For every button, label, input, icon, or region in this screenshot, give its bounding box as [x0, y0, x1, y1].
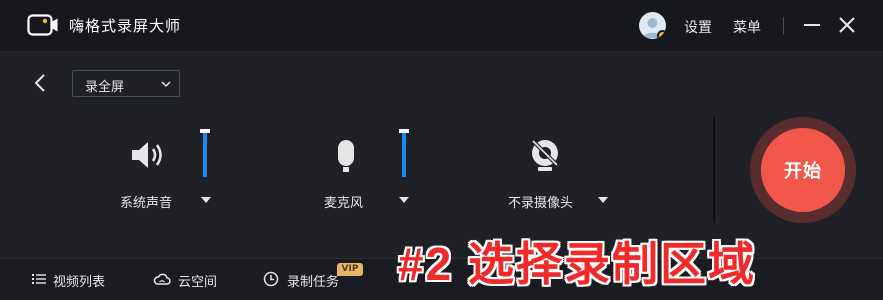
cloud-space-label: 云空间 [178, 275, 218, 290]
vertical-divider [713, 117, 715, 223]
start-button[interactable]: 开始 [761, 128, 845, 212]
app-title: 嗨格式录屏大师 [69, 17, 182, 35]
microphone-label: 麦克风 [324, 196, 364, 211]
app-logo-icon [27, 14, 58, 36]
recording-mode-value: 录全屏 [85, 80, 125, 95]
camera-label: 不录摄像头 [508, 196, 574, 211]
list-icon [32, 274, 46, 284]
microphone-control: 麦克风 [310, 125, 450, 220]
system-sound-level-knob[interactable] [200, 129, 210, 133]
microphone-level-fill [402, 129, 406, 177]
microphone-icon[interactable] [326, 135, 366, 175]
menu-link[interactable]: 菜单 [733, 17, 761, 37]
microphone-level-knob[interactable] [399, 129, 409, 133]
tutorial-annotation: #2 选择录制区域 [398, 238, 756, 290]
system-sound-control: 系统声音 [115, 125, 255, 220]
camera-control: 不录摄像头 [500, 125, 640, 220]
titlebar-divider [783, 17, 784, 34]
recording-task-label: 录制任务 [287, 275, 340, 290]
chevron-down-icon [161, 81, 171, 88]
caret-down-icon[interactable] [199, 195, 213, 205]
cloud-space-button[interactable]: 云空间 [153, 270, 233, 290]
caret-down-icon[interactable] [397, 195, 411, 205]
recording-mode-select[interactable]: 录全屏 [72, 70, 180, 97]
clock-icon [263, 271, 279, 287]
system-sound-level-fill [203, 129, 207, 177]
system-sound-level[interactable] [200, 129, 210, 177]
settings-link[interactable]: 设置 [684, 17, 712, 37]
vip-badge: VIP [337, 263, 363, 276]
microphone-level[interactable] [399, 129, 409, 177]
minimize-icon[interactable] [800, 13, 824, 37]
chevron-left-icon[interactable] [30, 72, 50, 94]
user-avatar-icon[interactable] [639, 12, 666, 39]
close-icon[interactable] [835, 13, 859, 37]
video-list-label: 视频列表 [53, 275, 106, 290]
system-sound-label: 系统声音 [120, 196, 173, 211]
camera-off-icon[interactable] [525, 135, 565, 175]
video-list-button[interactable]: 视频列表 [31, 270, 121, 290]
speaker-icon[interactable] [129, 135, 169, 175]
avatar-badge [657, 30, 666, 39]
cloud-icon [153, 273, 171, 285]
caret-down-icon[interactable] [596, 195, 610, 205]
